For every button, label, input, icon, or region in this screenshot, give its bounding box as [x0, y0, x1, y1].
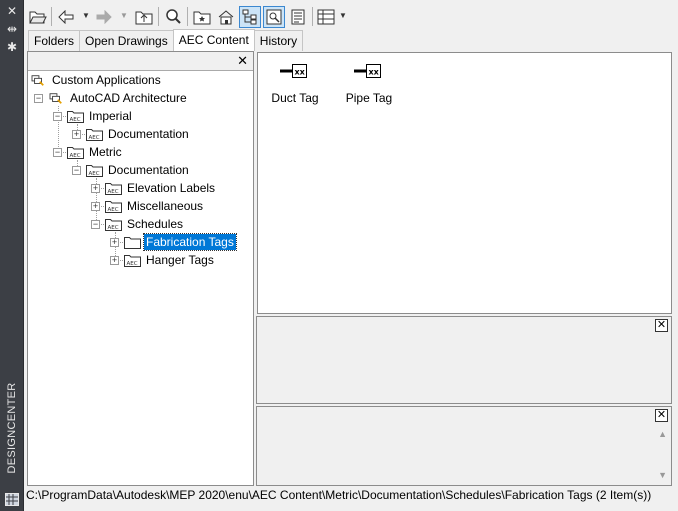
svg-text:AEC: AEC: [108, 189, 119, 195]
up-button[interactable]: [133, 6, 155, 28]
preview-icon: [266, 9, 282, 25]
aec-folder-icon: AEC: [124, 254, 141, 267]
close-icon[interactable]: ✕: [4, 4, 20, 18]
aec-folder-icon: AEC: [67, 110, 84, 123]
scroll-down-icon[interactable]: ▼: [658, 470, 667, 480]
expand-toggle[interactable]: +: [91, 202, 100, 211]
views-dropdown-icon[interactable]: ▼: [339, 11, 347, 20]
favorites-button[interactable]: [191, 6, 213, 28]
expand-toggle[interactable]: +: [72, 130, 81, 139]
tree-item-elevation-labels[interactable]: AEC Elevation Labels: [105, 179, 217, 197]
description-button[interactable]: [287, 6, 309, 28]
close-description-icon[interactable]: ✕: [655, 409, 668, 422]
collapse-toggle[interactable]: −: [91, 220, 100, 229]
tree-item-miscellaneous[interactable]: AEC Miscellaneous: [105, 197, 205, 215]
tab-folders[interactable]: Folders: [28, 30, 81, 51]
description-panel: ✕ ▲ ▼: [256, 406, 672, 486]
tree-header: ✕: [28, 52, 253, 71]
views-button[interactable]: [315, 6, 337, 28]
tree-item-documentation-imperial[interactable]: AEC Documentation: [86, 125, 191, 143]
content-area: xx Duct Tag xx Pipe Tag: [257, 52, 672, 314]
search-icon: [166, 9, 181, 24]
open-folder-icon: [29, 11, 47, 24]
aec-folder-icon: AEC: [86, 128, 103, 141]
svg-text:AEC: AEC: [127, 261, 138, 267]
toolbar: ▼ ▼ ▼: [25, 3, 675, 29]
forward-button[interactable]: [93, 6, 115, 28]
aec-folder-icon: AEC: [105, 200, 122, 213]
palette-side-strip: ✕ ⇹ ✱ DESIGNCENTER: [0, 0, 24, 511]
collapse-toggle[interactable]: −: [72, 166, 81, 175]
tree-item-hanger-tags[interactable]: AEC Hanger Tags: [124, 251, 216, 269]
collapse-toggle[interactable]: −: [53, 148, 62, 157]
palette-title: DESIGNCENTER: [6, 382, 18, 474]
description-icon: [291, 9, 305, 25]
tree-view-icon: [242, 9, 257, 25]
aec-folder-icon: AEC: [105, 218, 122, 231]
designcenter-icon: [4, 493, 20, 507]
properties-gear-icon[interactable]: ✱: [4, 40, 20, 54]
tag-icon: xx: [260, 63, 330, 83]
search-button[interactable]: [162, 6, 184, 28]
expand-toggle[interactable]: +: [110, 238, 119, 247]
svg-text:xx: xx: [295, 68, 306, 77]
folder-tree-panel: ✕ Custom Applications − AutoCAD Architec…: [27, 51, 254, 486]
application-icon: [49, 92, 62, 104]
back-dropdown-icon[interactable]: ▼: [82, 11, 90, 20]
home-button[interactable]: [215, 6, 237, 28]
tag-icon: xx: [334, 63, 404, 83]
favorites-folder-icon: [193, 11, 211, 25]
tab-open-drawings[interactable]: Open Drawings: [79, 30, 174, 51]
preview-panel: ✕: [256, 316, 672, 404]
back-button[interactable]: [55, 6, 77, 28]
svg-text:xx: xx: [369, 68, 380, 77]
back-arrow-icon: [58, 10, 74, 24]
tree-item-autocad-architecture[interactable]: AutoCAD Architecture: [48, 89, 189, 107]
forward-arrow-icon: [96, 10, 112, 24]
aec-folder-icon: AEC: [105, 182, 122, 195]
scroll-up-icon[interactable]: ▲: [658, 429, 667, 439]
tab-aec-content[interactable]: AEC Content: [172, 29, 255, 51]
aec-folder-icon: AEC: [86, 164, 103, 177]
tree-item-custom-applications[interactable]: Custom Applications: [30, 71, 163, 89]
tab-bar: Folders Open Drawings AEC Content Histor…: [28, 29, 304, 51]
tree-item-schedules[interactable]: AEC Schedules: [105, 215, 185, 233]
expand-toggle[interactable]: +: [110, 256, 119, 265]
folder-up-icon: [135, 11, 153, 25]
content-item-pipe-tag[interactable]: xx Pipe Tag: [334, 63, 404, 105]
svg-text:AEC: AEC: [70, 153, 81, 159]
aec-folder-icon: AEC: [67, 146, 84, 159]
custom-applications-icon: [31, 74, 44, 86]
svg-text:AEC: AEC: [70, 117, 81, 123]
tree-view-toggle-button[interactable]: [239, 6, 261, 28]
svg-text:AEC: AEC: [108, 207, 119, 213]
tree-item-metric[interactable]: AEC Metric: [67, 143, 124, 161]
folder-icon: [124, 236, 141, 249]
svg-text:AEC: AEC: [89, 135, 100, 141]
close-icon[interactable]: ✕: [237, 54, 248, 68]
close-preview-icon[interactable]: ✕: [655, 319, 668, 332]
collapse-toggle[interactable]: −: [53, 112, 62, 121]
tree-item-fabrication-tags[interactable]: Fabrication Tags: [124, 233, 237, 251]
load-button[interactable]: [27, 6, 49, 28]
expand-toggle[interactable]: +: [91, 184, 100, 193]
views-list-icon: [317, 9, 335, 25]
status-bar-path: C:\ProgramData\Autodesk\MEP 2020\enu\AEC…: [26, 488, 652, 502]
tree-item-documentation-metric[interactable]: AEC Documentation: [86, 161, 191, 179]
collapse-toggle[interactable]: −: [34, 94, 43, 103]
content-item-duct-tag[interactable]: xx Duct Tag: [260, 63, 330, 105]
svg-text:AEC: AEC: [108, 225, 119, 231]
tab-history[interactable]: History: [253, 30, 304, 51]
tree-item-imperial[interactable]: AEC Imperial: [67, 107, 134, 125]
preview-button[interactable]: [263, 6, 285, 28]
forward-dropdown-icon[interactable]: ▼: [120, 11, 128, 20]
autohide-icon[interactable]: ⇹: [4, 22, 20, 36]
svg-text:AEC: AEC: [89, 171, 100, 177]
home-icon: [218, 10, 234, 25]
